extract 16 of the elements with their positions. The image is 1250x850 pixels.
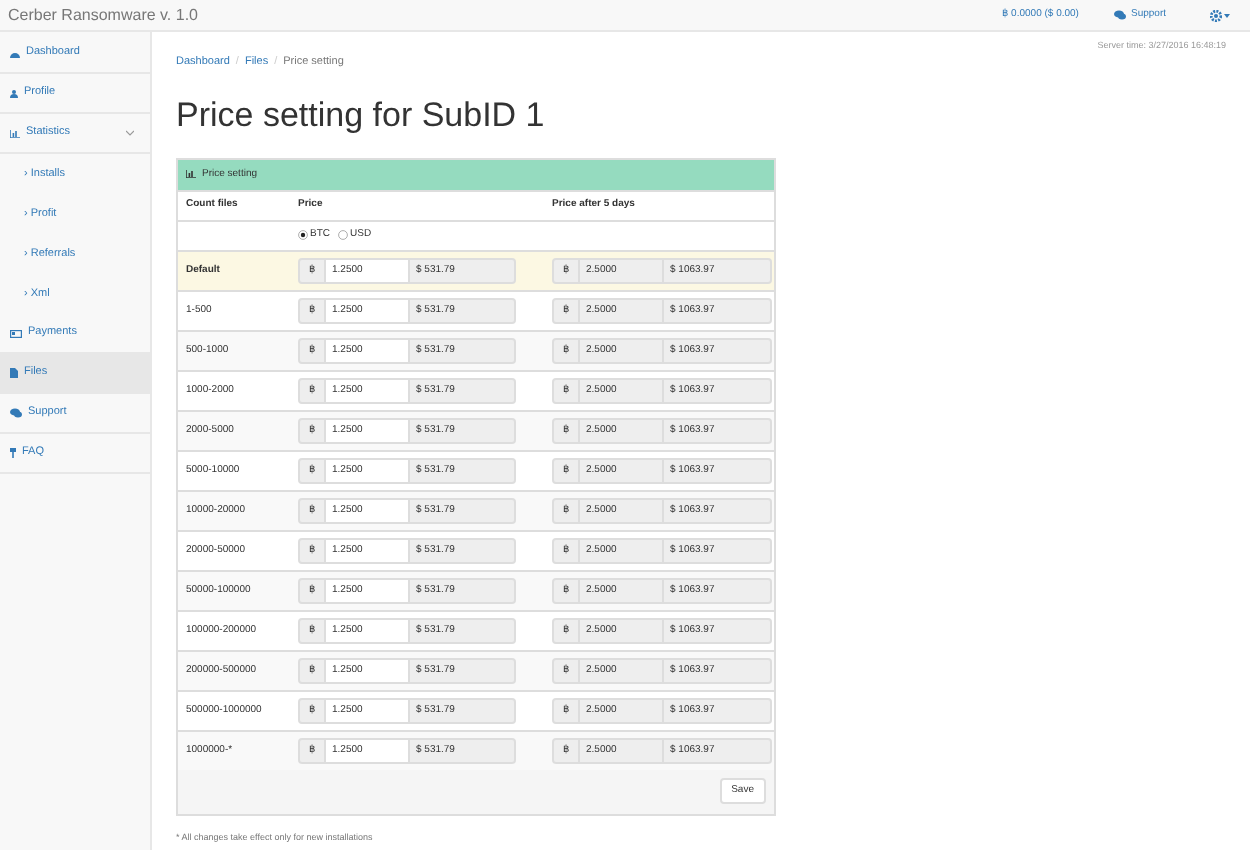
page-heading: Price setting for SubID 1 <box>176 94 547 139</box>
settings-icon <box>1210 9 1222 21</box>
chat-icon <box>1114 10 1127 20</box>
caret-icon <box>1224 13 1230 17</box>
user-icon <box>10 89 18 97</box>
card-icon <box>10 329 22 337</box>
file-icon <box>10 368 18 378</box>
pin-icon <box>10 448 16 458</box>
app-title[interactable]: Cerber Ransomware v. 1.0 <box>8 3 198 27</box>
chart-icon <box>186 170 196 179</box>
chat-icon <box>10 408 22 418</box>
settings-dropdown[interactable] <box>1210 9 1230 21</box>
radio-icon[interactable] <box>298 230 308 241</box>
chart-icon <box>10 129 20 137</box>
radio-icon[interactable] <box>338 230 348 241</box>
dashboard-icon <box>10 49 20 57</box>
